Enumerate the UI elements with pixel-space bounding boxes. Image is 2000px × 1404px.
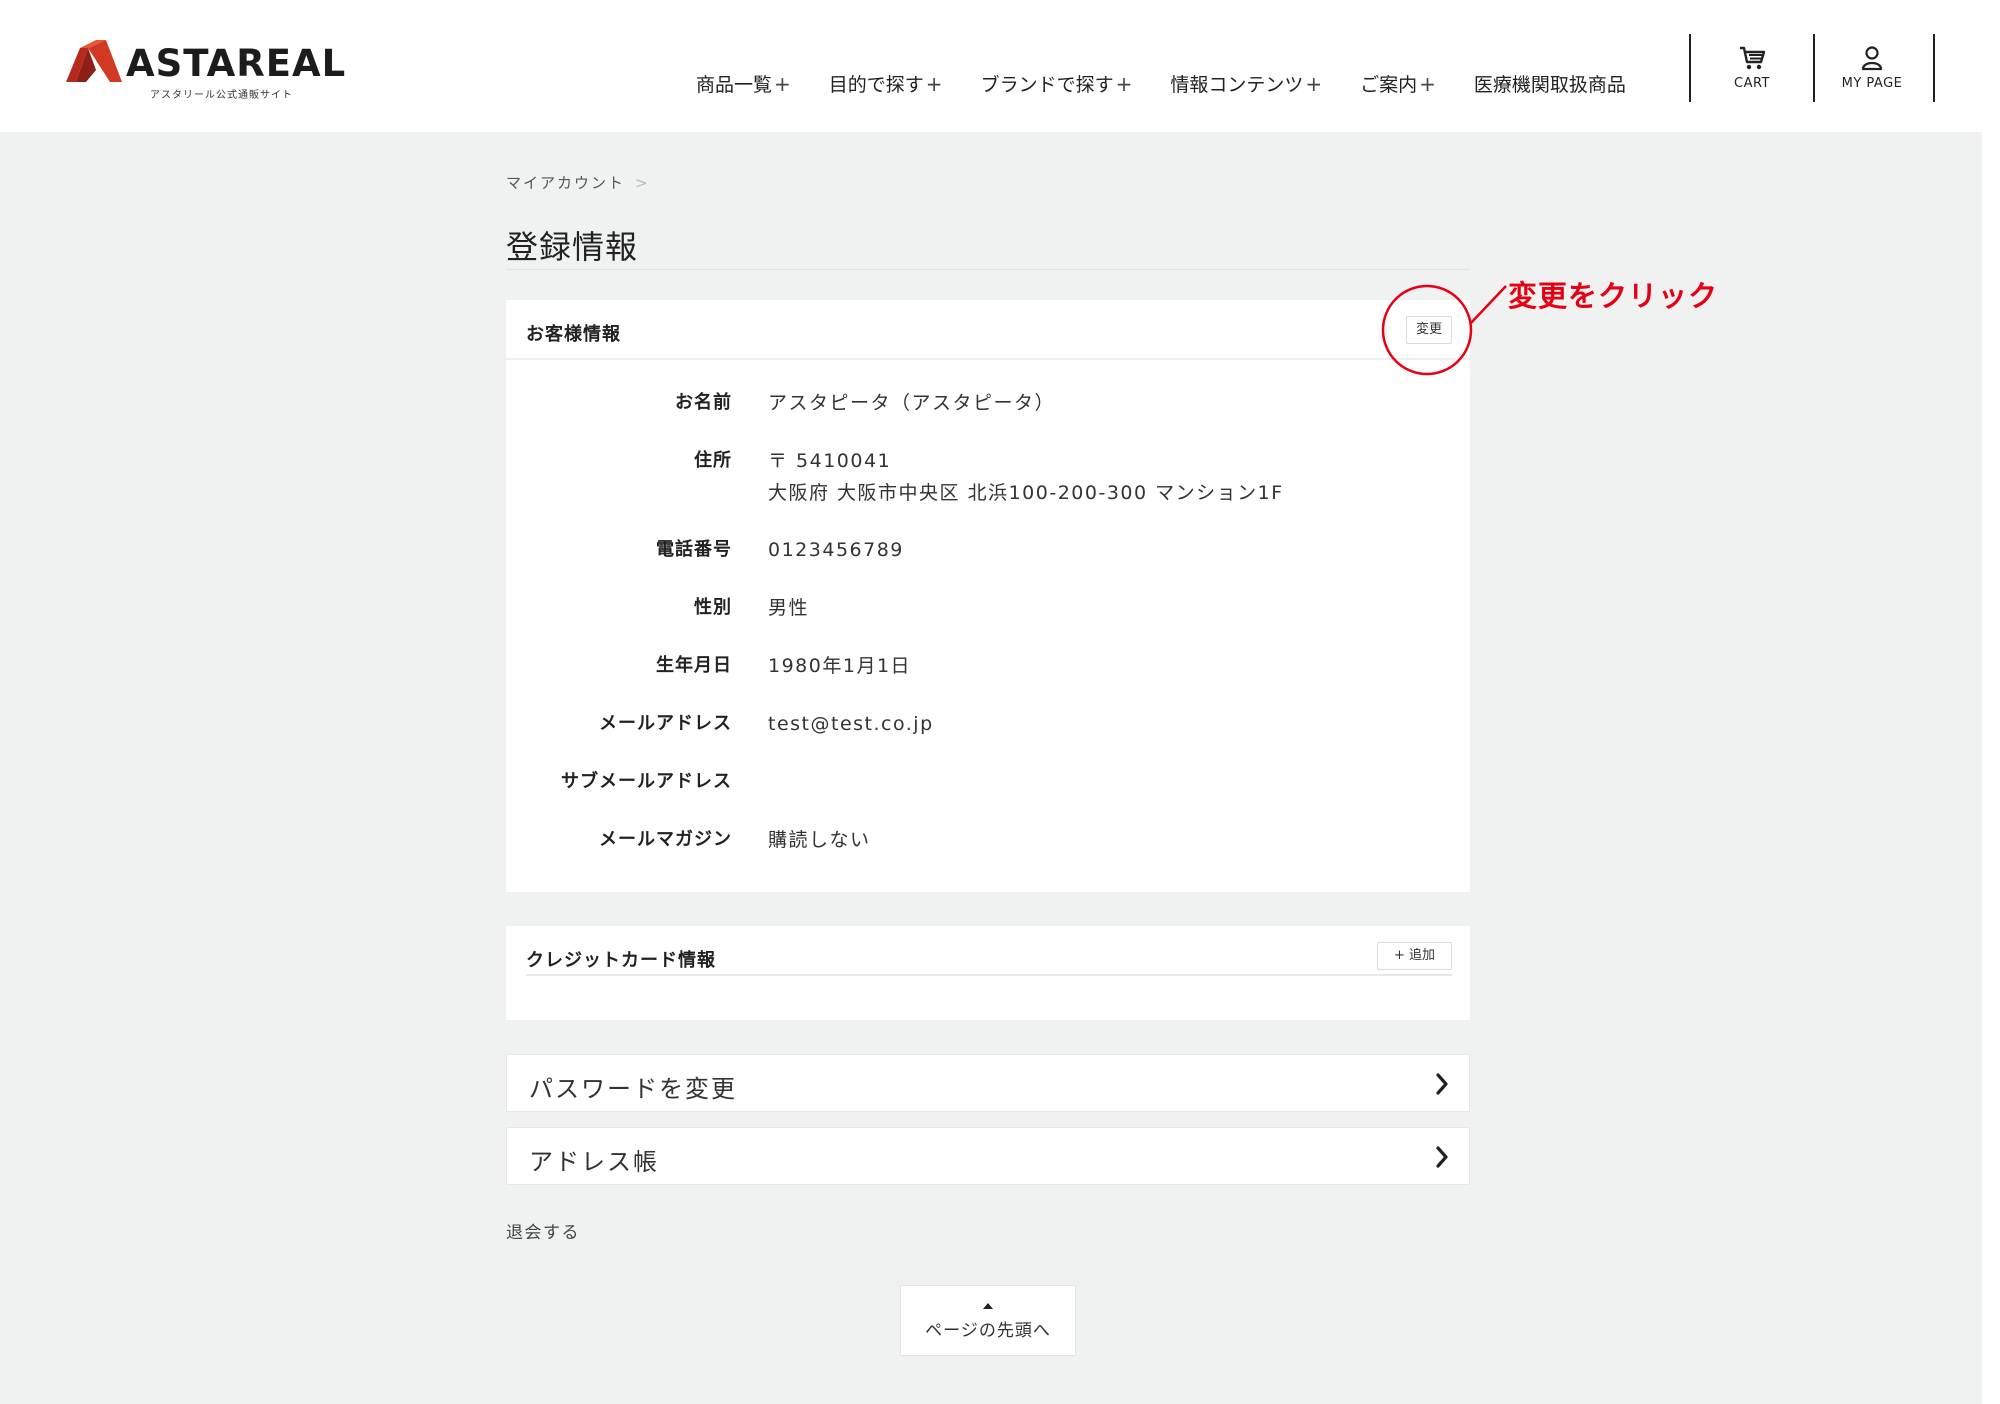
address-book-link[interactable]: アドレス帳 bbox=[506, 1127, 1470, 1185]
plus-icon: + bbox=[1419, 72, 1436, 96]
nav-item-products[interactable]: 商品一覧 + bbox=[696, 70, 791, 97]
back-to-top-label: ページの先頭へ bbox=[925, 1321, 1051, 1341]
page-title: 登録情報 bbox=[506, 228, 639, 266]
brand-tagline: アスタリール公式通販サイト bbox=[150, 90, 293, 101]
card-title: お客様情報 bbox=[526, 324, 621, 345]
chevron-right-icon bbox=[1436, 1146, 1448, 1168]
brand-name: ASTAREAL bbox=[126, 42, 347, 85]
card-header: お客様情報 変更 bbox=[506, 300, 1470, 360]
astareal-logo-mark bbox=[66, 40, 122, 82]
header-divider bbox=[1933, 34, 1935, 102]
info-value: 1980年1月1日 bbox=[768, 655, 912, 677]
card-title: クレジットカード情報 bbox=[526, 950, 716, 971]
card-header: クレジットカード情報 + 追加 bbox=[506, 926, 1470, 986]
info-label: メールマガジン bbox=[599, 829, 732, 850]
info-label: 生年月日 bbox=[656, 655, 732, 676]
annotation-text: 変更をクリック bbox=[1508, 279, 1719, 313]
nav-item-label: 医療機関取扱商品 bbox=[1473, 74, 1626, 96]
breadcrumb-separator: > bbox=[635, 174, 650, 192]
change-password-link[interactable]: パスワードを変更 bbox=[506, 1054, 1470, 1112]
link-label: アドレス帳 bbox=[529, 1148, 659, 1176]
nav-item-guide[interactable]: ご案内 + bbox=[1360, 70, 1436, 97]
user-icon bbox=[1861, 46, 1883, 71]
main-nav: 商品一覧 + 目的で探す + ブランドで探す + 情報コンテンツ + ご案内 + 医療機関… bbox=[696, 70, 1626, 97]
nav-item-medical[interactable]: 医療機関取扱商品 bbox=[1474, 70, 1626, 97]
nav-item-label: ブランドで探す bbox=[980, 74, 1114, 96]
link-label: パスワードを変更 bbox=[529, 1075, 737, 1103]
info-value: 0123456789 bbox=[768, 539, 904, 561]
add-card-button[interactable]: + 追加 bbox=[1377, 942, 1452, 970]
divider bbox=[506, 269, 1470, 270]
chevron-right-icon bbox=[1436, 1073, 1448, 1095]
nav-item-label: 目的で探す bbox=[828, 74, 924, 96]
mypage-button[interactable]: MY PAGE bbox=[1813, 44, 1931, 100]
nav-item-brand[interactable]: ブランドで探す + bbox=[981, 70, 1133, 97]
info-label: お名前 bbox=[675, 392, 732, 413]
annotation-circle bbox=[1381, 284, 1507, 376]
divider bbox=[526, 974, 1452, 976]
breadcrumb: マイアカウント > bbox=[506, 172, 650, 193]
site-header: ASTAREAL アスタリール公式通販サイト 商品一覧 + 目的で探す + ブランド… bbox=[0, 0, 2000, 132]
info-value-address: 大阪府 大阪市中央区 北浜100-200-300 マンション1F bbox=[768, 482, 1284, 504]
customer-info-card: お客様情報 変更 お名前 アスタピータ（アスタピータ） 住所 〒 5410041… bbox=[506, 300, 1470, 892]
nav-item-label: 情報コンテンツ bbox=[1170, 74, 1304, 96]
cart-button[interactable]: CART bbox=[1693, 44, 1811, 100]
plus-icon: + bbox=[1115, 72, 1133, 96]
credit-card-card: クレジットカード情報 + 追加 bbox=[506, 926, 1470, 1020]
withdraw-link[interactable]: 退会する bbox=[506, 1218, 580, 1243]
back-to-top-button[interactable]: ページの先頭へ bbox=[900, 1285, 1076, 1356]
mypage-label: MY PAGE bbox=[1841, 76, 1903, 91]
info-label: メールアドレス bbox=[599, 713, 732, 734]
info-value: test@test.co.jp bbox=[768, 713, 934, 735]
nav-item-purpose[interactable]: 目的で探す + bbox=[829, 70, 943, 97]
info-value-postal: 〒 5410041 bbox=[768, 450, 892, 472]
info-value: 購読しない bbox=[768, 829, 871, 851]
caret-up-icon bbox=[983, 1303, 993, 1309]
info-value: アスタピータ（アスタピータ） bbox=[768, 392, 1056, 414]
info-label: サブメールアドレス bbox=[561, 771, 732, 792]
plus-icon: + bbox=[925, 72, 943, 96]
nav-item-contents[interactable]: 情報コンテンツ + bbox=[1170, 70, 1322, 97]
info-label: 性別 bbox=[694, 597, 732, 618]
plus-icon: + bbox=[1305, 72, 1323, 96]
plus-icon: + bbox=[774, 72, 791, 96]
info-label: 電話番号 bbox=[656, 539, 732, 560]
nav-item-label: 商品一覧 bbox=[696, 74, 773, 96]
brand-logo[interactable]: ASTAREAL アスタリール公式通販サイト bbox=[66, 38, 345, 102]
header-divider bbox=[1689, 34, 1691, 102]
nav-item-label: ご案内 bbox=[1360, 74, 1418, 96]
breadcrumb-item-myaccount[interactable]: マイアカウント bbox=[506, 174, 625, 192]
info-label: 住所 bbox=[694, 450, 732, 471]
cart-icon bbox=[1740, 46, 1766, 70]
cart-label: CART bbox=[1734, 76, 1770, 91]
info-value: 男性 bbox=[768, 597, 810, 619]
